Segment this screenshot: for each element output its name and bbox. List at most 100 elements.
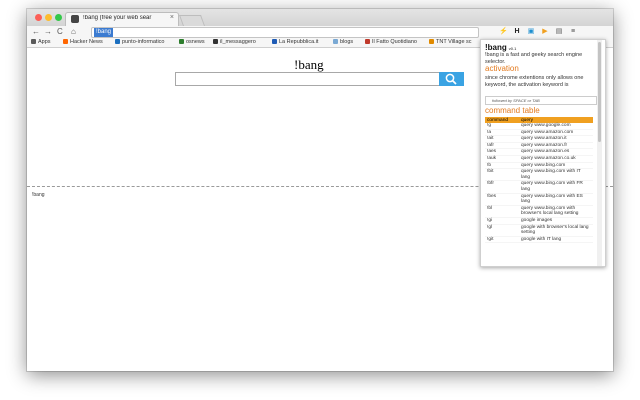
query-cell: google images: [519, 217, 593, 225]
bookmark-item[interactable]: il_messaggero: [213, 38, 256, 47]
command-cell: !aes: [485, 148, 519, 156]
table-row: !bfr query www.bing.com with FR lang: [485, 180, 593, 194]
command-cell: !bfr: [485, 180, 519, 194]
query-cell: google with IT lang: [519, 236, 593, 244]
bookmark-item[interactable]: punto-informatico: [115, 38, 165, 47]
extension-h-icon[interactable]: H: [513, 28, 521, 36]
query-cell: query www.amazon.es: [519, 148, 593, 156]
osnews-icon: [179, 39, 184, 44]
bookmark-item[interactable]: TNT Village sc: [429, 38, 472, 47]
hacker-news-icon: [63, 39, 68, 44]
popup-title-text: !bang: [485, 43, 507, 52]
bookmark-label: Apps: [38, 39, 51, 45]
fatto-quotidiano-icon: [365, 39, 370, 44]
punto-informatico-icon: [115, 39, 120, 44]
bookmark-item[interactable]: Apps: [31, 38, 51, 47]
query-cell: query www.amazon.fr: [519, 142, 593, 150]
table-row: !aes query www.amazon.es: [485, 148, 593, 156]
search-input[interactable]: [175, 72, 441, 86]
footer-label: !bang: [32, 192, 45, 198]
tab-title: !bang (free your web sear: [83, 15, 152, 21]
query-cell: query www.amazon.co.uk: [519, 155, 593, 163]
table-row: !bes query www.bing.com with ES lang: [485, 193, 593, 206]
search-button[interactable]: [439, 72, 464, 86]
table-row: !b query www.bing.com: [485, 162, 593, 170]
menu-icon[interactable]: ≡: [569, 28, 577, 36]
command-cell: !bl: [485, 205, 519, 218]
command-cell: !afr: [485, 142, 519, 150]
bookmark-item[interactable]: osnews: [179, 38, 205, 47]
query-cell: query www.bing.com with browser's local …: [519, 205, 593, 218]
folder-icon: [333, 39, 338, 44]
bookmark-label: blogs: [340, 39, 354, 45]
command-cell: !gi: [485, 217, 519, 225]
table-row: !auk query www.amazon.co.uk: [485, 155, 593, 163]
table-row: !gi google images: [485, 217, 593, 225]
command-cell: !bit: [485, 168, 519, 182]
bookmark-item[interactable]: La Repubblica.it: [272, 38, 318, 47]
activation-text: since chrome extentions only allows one …: [485, 75, 584, 88]
bookmark-label: il_messaggero: [220, 39, 256, 45]
command-cell: !git: [485, 236, 519, 244]
table-row: !bit query www.bing.com with IT lang: [485, 168, 593, 182]
command-table: command query !g query www.google.com !a qu…: [485, 117, 593, 244]
command-cell: !gl: [485, 224, 519, 237]
table-row: !afr query www.amazon.fr: [485, 142, 593, 150]
browser-tab[interactable]: !bang (free your web sear ×: [65, 12, 179, 27]
omnibox-keyword: !bang: [94, 28, 114, 37]
query-cell: query www.bing.com with IT lang: [519, 168, 593, 182]
home-button[interactable]: ⌂: [71, 26, 76, 38]
query-cell: query www.amazon.it: [519, 135, 593, 143]
favicon-icon: [71, 15, 79, 23]
command-cell: !a: [485, 129, 519, 137]
repubblica-icon: [272, 39, 277, 44]
extension-play-icon[interactable]: ▶: [541, 28, 549, 36]
minimize-window-button[interactable]: [45, 14, 52, 21]
apps-grid-icon: [31, 39, 36, 44]
bookmark-item[interactable]: Hacker News: [63, 38, 103, 47]
bookmark-item[interactable]: blogs: [333, 38, 353, 47]
tnt-village-icon: [429, 39, 434, 44]
query-cell: google with browser's local lang setting: [519, 224, 593, 237]
command-table-body: !g query www.google.com !a query www.amazon…: [485, 123, 593, 244]
extension-blue-icon[interactable]: ▣: [527, 28, 535, 36]
browser-toolbar: ← → C ⌂ !bang ⚡ H ▣ ▶ ▤ ≡: [27, 26, 613, 38]
browser-window: !bang (free your web sear × ← → C ⌂ !ban…: [27, 9, 613, 371]
back-button[interactable]: ←: [32, 26, 40, 38]
command-cell: !auk: [485, 155, 519, 163]
search-icon: [445, 73, 457, 85]
extension-page-icon[interactable]: ▤: [555, 28, 563, 36]
table-row: !gl google with browser's local lang sett…: [485, 224, 593, 237]
activation-note: followed by SPACE or TAB: [485, 96, 597, 105]
command-cell: !ait: [485, 135, 519, 143]
popup-scrollbar[interactable]: [597, 40, 602, 266]
popup-version: v0.1: [508, 46, 517, 51]
bookmark-label: Il Fatto Quotidiano: [372, 39, 417, 45]
table-row: !git google with IT lang: [485, 236, 593, 244]
bookmark-item[interactable]: Il Fatto Quotidiano: [365, 38, 417, 47]
activation-heading: activation: [485, 64, 519, 73]
table-row: !ait query www.amazon.it: [485, 135, 593, 143]
tab-close-icon[interactable]: ×: [170, 14, 174, 21]
query-cell: query www.bing.com with ES lang: [519, 193, 593, 206]
forward-button[interactable]: →: [44, 26, 52, 38]
query-cell: query www.amazon.com: [519, 129, 593, 137]
bookmark-label: La Repubblica.it: [279, 39, 319, 45]
query-cell: query www.bing.com with FR lang: [519, 180, 593, 194]
address-bar[interactable]: !bang: [91, 27, 479, 38]
command-cell: !b: [485, 162, 519, 170]
extension-icon[interactable]: ⚡: [499, 28, 508, 36]
bookmark-label: punto-informatico: [122, 39, 165, 45]
messaggero-icon: [213, 39, 218, 44]
zoom-window-button[interactable]: [55, 14, 62, 21]
popup-title: !bang v0.1: [485, 43, 516, 52]
table-row: !bl query www.bing.com with browser's loc…: [485, 205, 593, 218]
bookmark-label: TNT Village sc: [436, 39, 472, 45]
bookmark-label: osnews: [186, 39, 205, 45]
close-window-button[interactable]: [35, 14, 42, 21]
scrollbar-thumb[interactable]: [598, 42, 601, 142]
extension-popup: !bang v0.1 !bang is a fast and geeky sear…: [480, 39, 606, 267]
new-tab-button[interactable]: [178, 15, 206, 26]
page-title: !bang: [294, 57, 324, 72]
reload-button[interactable]: C: [57, 26, 63, 38]
